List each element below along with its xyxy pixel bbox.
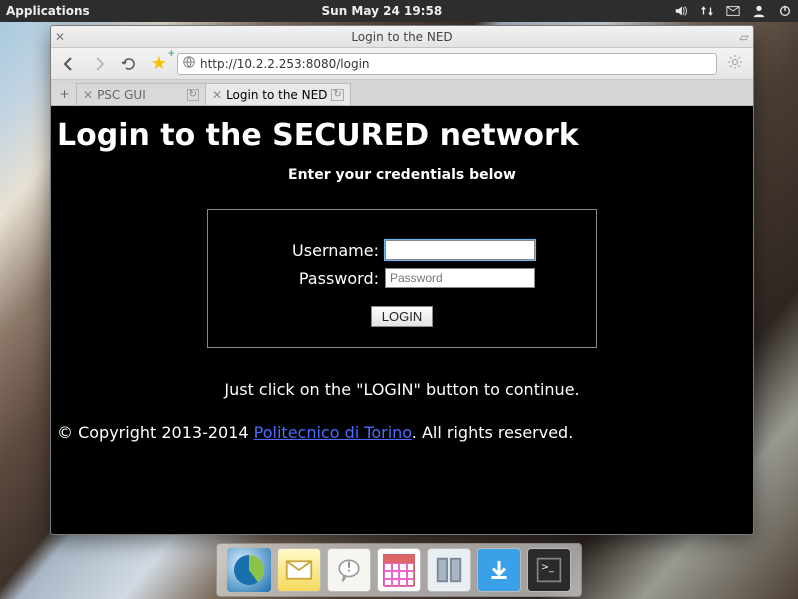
- settings-gear-icon[interactable]: [723, 54, 747, 74]
- copyright-post: . All rights reserved.: [412, 423, 574, 442]
- applications-menu[interactable]: Applications: [6, 4, 90, 18]
- tab-loading-icon: ↻: [187, 89, 199, 101]
- mail-icon[interactable]: [726, 4, 740, 18]
- page-viewport: Login to the SECURED network Enter your …: [51, 106, 753, 534]
- dock-mail[interactable]: [277, 548, 321, 592]
- globe-swirl-icon: [234, 555, 264, 585]
- browser-toolbar: ★ http://10.2.2.253:8080/login: [51, 48, 753, 80]
- globe-icon: [182, 55, 196, 72]
- tab-psc-gui[interactable]: ✕ PSC GUI ↻: [76, 83, 206, 105]
- page-subheading: Enter your credentials below: [57, 167, 747, 183]
- copyright-line: © Copyright 2013-2014 Politecnico di Tor…: [57, 423, 747, 442]
- tab-close-icon[interactable]: ✕: [212, 88, 222, 102]
- copyright-link[interactable]: Politecnico di Torino: [254, 423, 412, 442]
- new-tab-button[interactable]: +: [53, 83, 77, 105]
- volume-icon[interactable]: [674, 4, 688, 18]
- tab-login-ned[interactable]: ✕ Login to the NED ↻: [205, 83, 351, 105]
- calendar-icon: [383, 554, 415, 586]
- bookmark-star-icon[interactable]: ★: [147, 52, 171, 76]
- dock-files[interactable]: [427, 548, 471, 592]
- login-form: Username: Password: LOGIN: [207, 209, 597, 348]
- url-text: http://10.2.2.253:8080/login: [200, 57, 370, 71]
- svg-text:!: !: [346, 561, 351, 576]
- tab-label: PSC GUI: [97, 88, 183, 102]
- dock-terminal[interactable]: >_: [527, 548, 571, 592]
- username-label: Username:: [269, 241, 379, 260]
- username-input[interactable]: [385, 240, 535, 260]
- login-button[interactable]: LOGIN: [371, 306, 433, 327]
- dock: ! >_: [216, 543, 582, 597]
- top-panel: Applications Sun May 24 19:58: [0, 0, 798, 22]
- window-close-button[interactable]: ✕: [51, 30, 69, 44]
- dock-downloads[interactable]: [477, 548, 521, 592]
- dock-chat[interactable]: !: [327, 548, 371, 592]
- tab-loading-icon: ↻: [331, 89, 343, 101]
- user-icon[interactable]: [752, 4, 766, 18]
- password-input[interactable]: [385, 268, 535, 288]
- back-button[interactable]: [57, 52, 81, 76]
- network-icon[interactable]: [700, 4, 714, 18]
- window-titlebar[interactable]: ✕ Login to the NED ▱: [51, 26, 753, 48]
- window-maximize-button[interactable]: ▱: [735, 30, 753, 44]
- power-icon[interactable]: [778, 4, 792, 18]
- forward-button[interactable]: [87, 52, 111, 76]
- window-title: Login to the NED: [69, 30, 735, 44]
- page-heading: Login to the SECURED network: [57, 118, 747, 153]
- url-bar[interactable]: http://10.2.2.253:8080/login: [177, 53, 717, 75]
- svg-text:>_: >_: [541, 562, 554, 573]
- panel-clock: Sun May 24 19:58: [90, 4, 674, 18]
- dock-calendar[interactable]: [377, 548, 421, 592]
- reload-button[interactable]: [117, 52, 141, 76]
- tab-close-icon[interactable]: ✕: [83, 88, 93, 102]
- tab-label: Login to the NED: [226, 88, 327, 102]
- dock-web-browser[interactable]: [227, 548, 271, 592]
- system-tray: [674, 4, 792, 18]
- login-hint: Just click on the "LOGIN" button to cont…: [57, 380, 747, 399]
- browser-window: ✕ Login to the NED ▱ ★ http://10.2.2.253…: [50, 25, 754, 535]
- password-label: Password:: [269, 269, 379, 288]
- tab-strip: + ✕ PSC GUI ↻ ✕ Login to the NED ↻: [51, 80, 753, 106]
- copyright-pre: © Copyright 2013-2014: [57, 423, 254, 442]
